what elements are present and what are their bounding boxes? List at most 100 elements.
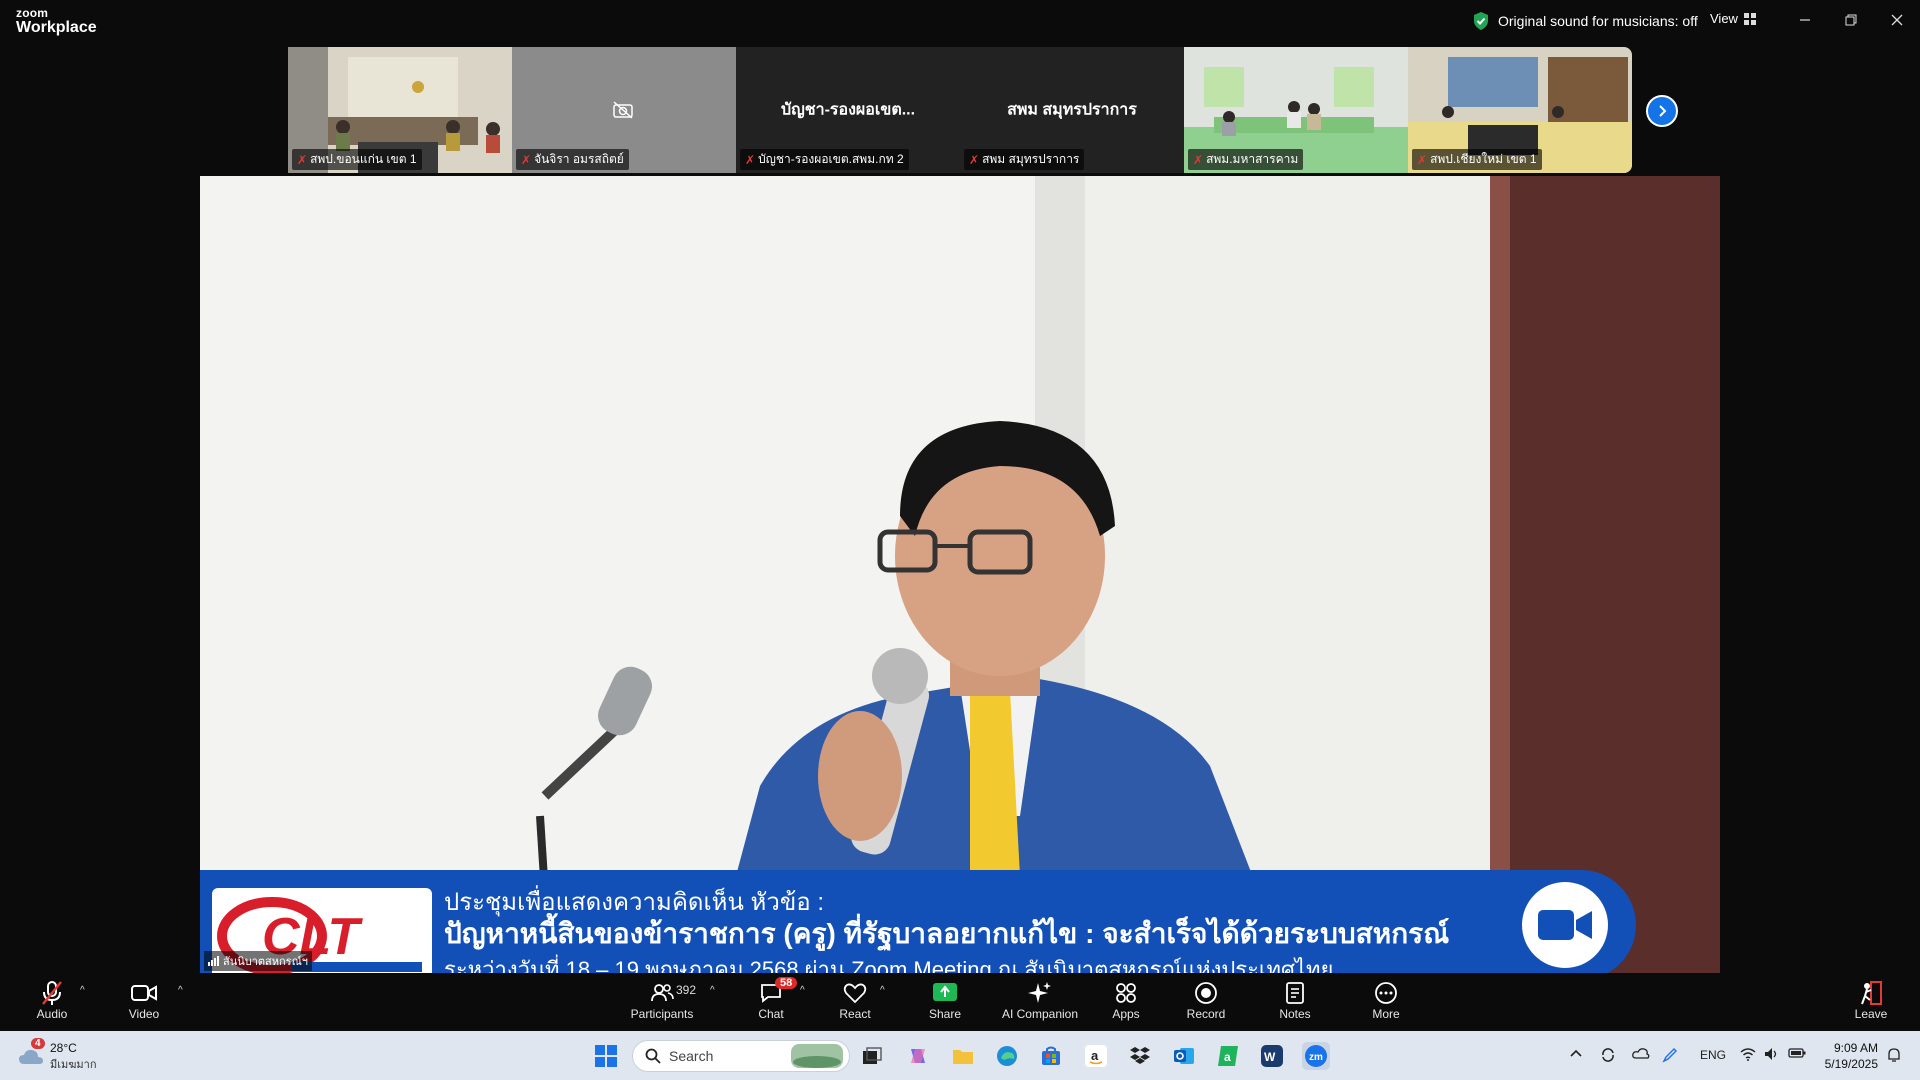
gallery-strip: ✗ สพป.ขอนแก่น เขต 1 ✗ จันจิรา อมรสถิตย์ … xyxy=(288,47,1632,173)
dropbox-app[interactable] xyxy=(1126,1042,1154,1070)
react-options-caret[interactable]: ^ xyxy=(880,985,885,996)
zoom-app[interactable]: zm xyxy=(1302,1042,1330,1070)
close-button[interactable] xyxy=(1883,8,1911,32)
mic-muted-icon: ✗ xyxy=(1417,152,1428,167)
close-icon xyxy=(1891,14,1903,26)
store-app[interactable] xyxy=(1037,1042,1065,1070)
participant-tile[interactable]: ✗ จันจิรา อมรสถิตย์ xyxy=(512,47,736,173)
tray-overflow-button[interactable] xyxy=(1570,1047,1582,1061)
start-button[interactable] xyxy=(592,1042,620,1070)
wifi-tray-icon[interactable] xyxy=(1740,1047,1756,1064)
pen-tray-icon[interactable] xyxy=(1662,1047,1678,1066)
active-speaker-video: CLT ประชุมเพื่อแสดงความคิดเห็น หัวข้อ : … xyxy=(200,176,1720,973)
amazon-app[interactable]: a xyxy=(1082,1042,1110,1070)
zoom-icon: zm xyxy=(1305,1045,1327,1067)
video-camera-icon xyxy=(1538,910,1592,940)
participants-label: Participants xyxy=(630,1007,694,1021)
participant-tile[interactable]: ✗ สพป.เชียงใหม่ เขต 1 xyxy=(1408,47,1632,173)
brand-small: zoom xyxy=(16,6,49,20)
banner-line-2: ปัญหาหนี้สินของข้าราชการ (ครู) ที่รัฐบาล… xyxy=(444,918,1450,949)
weather-temperature: 28°C xyxy=(50,1041,77,1055)
edge-browser-icon xyxy=(997,1046,1017,1066)
battery-icon xyxy=(1788,1048,1806,1058)
outlook-app[interactable] xyxy=(1170,1042,1198,1070)
windows-logo-icon xyxy=(595,1045,617,1067)
participant-tile[interactable]: สพม สมุทรปราการ ✗ สพม สมุทรปราการ xyxy=(960,47,1184,173)
onedrive-tray-icon[interactable] xyxy=(1632,1047,1650,1062)
weather-widget[interactable]: 4 28°C มีเมฆมาก xyxy=(18,1038,97,1073)
pen-icon xyxy=(1662,1048,1677,1063)
store-icon xyxy=(1042,1046,1060,1065)
gallery-next-button[interactable] xyxy=(1646,95,1678,127)
mic-muted-icon: ✗ xyxy=(745,152,756,167)
camera-off-icon xyxy=(613,101,633,119)
participant-name: สพม.มหาสารคาม xyxy=(1206,152,1299,166)
participants-options-caret[interactable]: ^ xyxy=(710,985,715,996)
chat-unread-badge: 58 xyxy=(775,977,798,989)
restore-icon xyxy=(1845,14,1857,26)
file-explorer-app[interactable] xyxy=(949,1042,977,1070)
brand-big: Workplace xyxy=(16,19,97,36)
search-icon xyxy=(645,1048,661,1064)
video-button[interactable]: Video xyxy=(102,979,186,1021)
share-button[interactable]: Share xyxy=(903,979,987,1021)
participant-name: สพป.เชียงใหม่ เขต 1 xyxy=(1430,152,1537,166)
dropbox-icon xyxy=(1130,1047,1150,1064)
volume-tray-icon[interactable] xyxy=(1764,1047,1780,1064)
copilot-app[interactable] xyxy=(904,1042,932,1070)
language-indicator[interactable]: ENG xyxy=(1700,1048,1726,1062)
participant-tile[interactable]: ✗ สพป.ขอนแก่น เขต 1 xyxy=(288,47,512,173)
taskbar-search[interactable]: Search xyxy=(632,1040,850,1072)
minimize-button[interactable] xyxy=(1791,8,1819,32)
sync-icon xyxy=(1602,1048,1614,1062)
edge-app[interactable] xyxy=(993,1042,1021,1070)
video-options-caret[interactable]: ^ xyxy=(178,985,183,996)
original-sound-indicator[interactable]: Original sound for musicians: off xyxy=(1472,11,1698,31)
mic-muted-icon xyxy=(42,981,62,1005)
participant-tile[interactable]: บัญชา-รองผอเขต... ✗ บัญชา-รองผอเขต.สพม.ก… xyxy=(736,47,960,173)
participants-count: 392 xyxy=(676,983,697,997)
restore-button[interactable] xyxy=(1837,8,1865,32)
heart-icon xyxy=(843,983,867,1004)
view-button[interactable]: View xyxy=(1710,11,1756,26)
weather-description: มีเมฆมาก xyxy=(50,1059,97,1071)
participant-name: สพป.ขอนแก่น เขต 1 xyxy=(310,152,417,166)
notification-button[interactable] xyxy=(1886,1047,1902,1066)
participant-display-name: บัญชา-รองผอเขต... xyxy=(780,101,916,119)
participant-name-label: ✗ สพม.มหาสารคาม xyxy=(1188,149,1304,170)
apps-button[interactable]: Apps xyxy=(1084,979,1168,1021)
grid-icon xyxy=(1743,12,1756,25)
audio-options-caret[interactable]: ^ xyxy=(80,985,85,996)
system-clock[interactable]: 9:09 AM 5/19/2025 xyxy=(1816,1040,1878,1072)
battery-tray-icon[interactable] xyxy=(1788,1047,1806,1062)
participant-name-label: ✗ สพป.เชียงใหม่ เขต 1 xyxy=(1412,149,1542,170)
more-icon xyxy=(1375,982,1397,1004)
green-app[interactable]: a xyxy=(1214,1042,1242,1070)
zoom-camera-logo xyxy=(1522,882,1608,968)
notification-bell-icon xyxy=(1888,1048,1900,1062)
participant-name: สพม สมุทรปราการ xyxy=(982,152,1080,166)
speaker-icon xyxy=(1765,1048,1777,1060)
cloud-icon xyxy=(19,1049,43,1064)
ai-companion-button[interactable]: AI Companion xyxy=(998,979,1082,1021)
task-view-button[interactable] xyxy=(858,1042,886,1070)
search-placeholder: Search xyxy=(669,1048,714,1064)
webex-app[interactable]: W xyxy=(1258,1042,1286,1070)
share-screen-icon xyxy=(933,983,957,1001)
record-button[interactable]: Record xyxy=(1164,979,1248,1021)
apps-icon xyxy=(1116,983,1136,1003)
record-label: Record xyxy=(1186,1007,1226,1021)
chat-options-caret[interactable]: ^ xyxy=(800,985,805,996)
sync-tray-icon[interactable] xyxy=(1600,1047,1616,1066)
participant-tile[interactable]: ✗ สพม.มหาสารคาม xyxy=(1184,47,1408,173)
chevron-up-icon xyxy=(1570,1049,1582,1057)
zoom-logo: zoom Workplace xyxy=(16,7,97,36)
more-button[interactable]: More xyxy=(1344,979,1428,1021)
speaker-video-frame xyxy=(200,176,1720,973)
react-label: React xyxy=(839,1007,871,1021)
leave-button[interactable]: Leave xyxy=(1829,979,1913,1021)
signal-strength-icon xyxy=(208,956,219,966)
notes-button[interactable]: Notes xyxy=(1253,979,1337,1021)
participant-name-label: ✗ จันจิรา อมรสถิตย์ xyxy=(516,149,629,170)
participant-name: จันจิรา อมรสถิตย์ xyxy=(534,152,624,166)
